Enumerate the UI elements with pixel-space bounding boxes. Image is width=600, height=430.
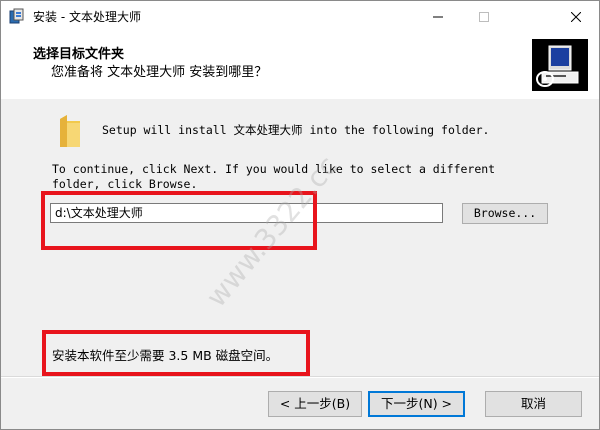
back-button[interactable]: < 上一步(B) — [268, 391, 362, 417]
minimize-button[interactable] — [415, 1, 461, 32]
disk-space-highlight-box — [42, 330, 310, 376]
maximize-button[interactable] — [461, 1, 507, 32]
window-title: 安装 - 文本处理大师 — [33, 10, 141, 24]
setup-message: Setup will install 文本处理大师 into the follo… — [102, 123, 490, 137]
folder-icon — [59, 113, 81, 149]
page-subtitle: 您准备将 文本处理大师 安装到哪里？ — [51, 65, 268, 80]
cancel-button[interactable]: 取消 — [485, 391, 582, 417]
installer-window: 安装 - 文本处理大师 选择目标文件夹 您准备将 文本处理大师 安装到哪里？ S… — [0, 0, 600, 430]
footer-divider-highlight — [1, 377, 599, 378]
page-title: 选择目标文件夹 — [33, 47, 125, 62]
close-button[interactable] — [553, 1, 599, 32]
computer-install-icon — [532, 39, 588, 91]
browse-button[interactable]: Browse... — [462, 203, 548, 224]
wizard-header: 选择目标文件夹 您准备将 文本处理大师 安装到哪里？ — [1, 32, 599, 99]
title-bar: 安装 - 文本处理大师 — [1, 1, 599, 32]
installer-icon — [9, 8, 25, 24]
next-button[interactable]: 下一步(N) > — [368, 391, 465, 417]
header-divider — [1, 98, 599, 99]
